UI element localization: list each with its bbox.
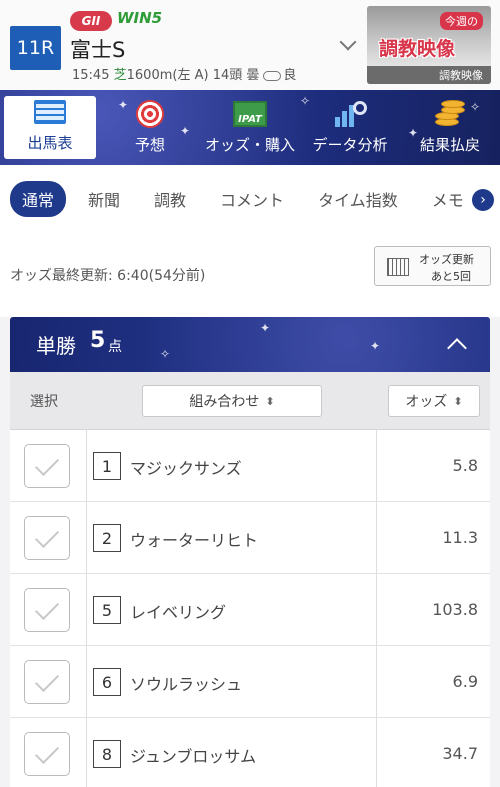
horse-number: 5 <box>93 596 121 624</box>
tab-normal[interactable]: 通常 <box>10 181 67 217</box>
chevron-up-icon[interactable] <box>447 338 467 358</box>
odds-table: 選択 組み合わせ ⬍ オッズ ⬍ 1 マジックサンズ 5.8 2 ウォーターリヒト … <box>10 372 490 787</box>
table-header: 選択 組み合わせ ⬍ オッズ ⬍ <box>10 372 490 430</box>
nav-odds-purchase[interactable]: IPAT オッズ・購入 <box>200 90 300 165</box>
table-row[interactable]: 8 ジュンブロッサム 34.7 <box>10 718 490 787</box>
chevron-right-icon[interactable]: › <box>472 189 494 211</box>
nav-label: 結果払戻 <box>419 136 480 154</box>
nav-label: 予想 <box>134 136 165 154</box>
win5-badge: WIN5 <box>117 9 163 27</box>
odds-refresh-button[interactable]: オッズ更新 あと5回 <box>374 246 491 286</box>
horse-name: ソウルラッシュ <box>130 675 243 694</box>
column-odds: オッズ <box>405 394 448 410</box>
odds-value: 6.9 <box>452 672 478 691</box>
coins-icon <box>433 99 467 129</box>
field-size: 14頭 <box>212 68 243 83</box>
column-divider <box>376 430 377 787</box>
start-time: 15:45 <box>72 68 110 83</box>
horse-name: ウォーターリヒト <box>130 531 259 550</box>
tab-newspaper[interactable]: 新聞 <box>76 181 132 217</box>
nav-race-card[interactable]: 出馬表 <box>4 96 96 159</box>
refresh-label: オッズ更新 <box>419 253 474 266</box>
sort-icon: ⬍ <box>265 394 275 408</box>
horse-number: 8 <box>93 740 121 768</box>
nav-label: データ分析 <box>312 136 388 154</box>
cloud-icon <box>263 70 282 81</box>
race-card-icon <box>33 97 67 127</box>
nav-data-analysis[interactable]: データ分析 <box>300 90 400 165</box>
nav-prediction[interactable]: 予想 <box>100 90 200 165</box>
table-row[interactable]: 6 ソウルラッシュ 6.9 <box>10 646 490 718</box>
select-checkbox[interactable] <box>24 660 70 704</box>
column-divider <box>86 430 87 787</box>
table-row[interactable]: 1 マジックサンズ 5.8 <box>10 430 490 502</box>
this-week-badge: 今週の <box>440 12 483 30</box>
sparkle-icon: ✦ <box>370 339 381 353</box>
chart-search-icon <box>333 99 367 129</box>
race-name[interactable]: 富士S <box>70 34 125 64</box>
sort-odds-button[interactable]: オッズ ⬍ <box>388 385 480 417</box>
odds-update-bar: オッズ最終更新: 6:40(54分前) オッズ更新 あと5回 <box>0 233 500 317</box>
horse-name: マジックサンズ <box>130 459 242 478</box>
sort-icon: ⬍ <box>453 394 463 408</box>
race-header: 11R GII WIN5 富士S 15:45 芝1600m(左 A) 14頭 曇… <box>0 0 500 90</box>
nav-label: 出馬表 <box>27 134 73 152</box>
bet-count: 5 <box>90 328 106 353</box>
table-row[interactable]: 2 ウォーターリヒト 11.3 <box>10 502 490 574</box>
table-row[interactable]: 5 レイベリング 103.8 <box>10 574 490 646</box>
odds-board-icon <box>387 258 409 276</box>
odds-value: 34.7 <box>442 744 478 763</box>
training-video-caption: 調教映像 <box>367 66 491 84</box>
nav-label: オッズ・購入 <box>204 136 295 154</box>
horse-number: 6 <box>93 668 121 696</box>
distance-course: 1600m(左 A) <box>126 68 209 83</box>
nav-results-payout[interactable]: 結果払戻 <box>400 90 500 165</box>
track-condition: 良 <box>283 68 297 83</box>
odds-value: 11.3 <box>442 528 478 547</box>
select-checkbox[interactable] <box>24 588 70 632</box>
target-icon <box>133 99 167 129</box>
race-info: 15:45 芝1600m(左 A) 14頭 曇 良 <box>72 64 296 83</box>
odds-last-updated: オッズ最終更新: 6:40(54分前) <box>10 268 206 284</box>
sub-tabs: 通常 新聞 調教 コメント タイム指数 メモ › <box>0 165 500 233</box>
select-checkbox[interactable] <box>24 444 70 488</box>
training-video-title: 調教映像 <box>379 38 456 60</box>
odds-value: 5.8 <box>452 456 478 475</box>
race-number: 11R <box>10 26 61 70</box>
bet-type-header[interactable]: ✦ ✦ ✧ 単勝 5 点 <box>10 317 490 372</box>
chevron-down-icon[interactable] <box>339 33 357 51</box>
tab-comment[interactable]: コメント <box>208 181 296 217</box>
select-checkbox[interactable] <box>24 732 70 776</box>
tab-memo[interactable]: メモ <box>420 181 476 217</box>
horse-name: レイベリング <box>130 603 227 622</box>
column-combination: 組み合わせ <box>189 394 260 410</box>
training-video-banner[interactable]: 今週の 調教映像 調教映像 <box>367 6 491 84</box>
sparkle-icon: ✦ <box>260 321 271 335</box>
sort-combination-button[interactable]: 組み合わせ ⬍ <box>142 385 322 417</box>
horse-number: 2 <box>93 524 121 552</box>
grade-badge: GII <box>70 11 112 31</box>
horse-name: ジュンブロッサム <box>130 747 257 766</box>
tab-training[interactable]: 調教 <box>142 181 198 217</box>
bet-count-unit: 点 <box>108 339 122 355</box>
column-select: 選択 <box>30 394 58 410</box>
bet-type-label: 単勝 <box>36 334 76 358</box>
tab-time-index[interactable]: タイム指数 <box>306 181 410 217</box>
weather: 曇 <box>246 68 260 83</box>
surface: 芝 <box>113 68 127 83</box>
odds-value: 103.8 <box>432 600 478 619</box>
horse-number: 1 <box>93 452 121 480</box>
sparkle-icon: ✧ <box>160 347 171 361</box>
select-checkbox[interactable] <box>24 516 70 560</box>
ipat-icon: IPAT <box>233 99 267 129</box>
refresh-remaining: あと5回 <box>431 270 471 283</box>
main-nav: ✦ ✦ ✧ ✦ ✧ 出馬表 予想 IPAT オッズ・購入 データ分析 結果払戻 <box>0 90 500 165</box>
